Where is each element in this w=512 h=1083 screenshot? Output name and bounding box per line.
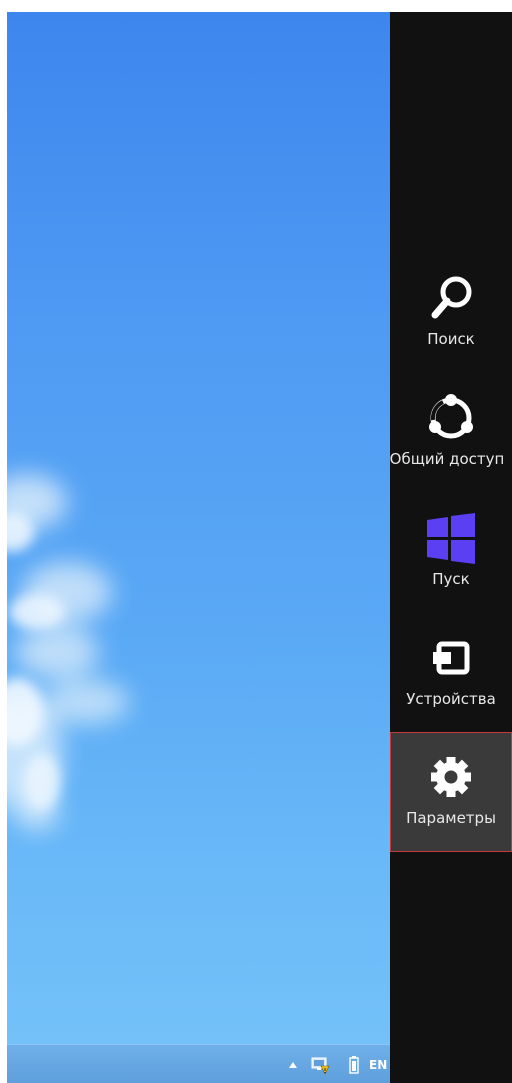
show-hidden-icons-icon[interactable] <box>285 1045 301 1083</box>
charm-devices-label: Устройства <box>406 690 496 708</box>
share-icon <box>429 394 473 439</box>
devices-icon <box>429 641 470 675</box>
wallpaper-flower <box>7 474 129 830</box>
charm-start[interactable]: Пуск <box>390 508 512 588</box>
search-icon <box>431 276 472 319</box>
charm-devices[interactable]: Устройства <box>390 628 512 708</box>
language-indicator[interactable]: EN <box>369 1045 391 1083</box>
charm-settings-label: Параметры <box>406 809 496 827</box>
charm-settings[interactable]: Параметры <box>390 732 512 852</box>
desktop-wallpaper[interactable] <box>7 12 390 1044</box>
battery-icon[interactable] <box>345 1045 363 1083</box>
taskbar: EN <box>7 1044 390 1083</box>
screen: EN Поиск Общий доступ Пуск Устройства Па… <box>0 0 512 1083</box>
charm-search-label: Поиск <box>427 330 475 348</box>
charm-share[interactable]: Общий доступ <box>390 388 512 468</box>
gear-icon <box>431 757 471 797</box>
charm-search[interactable]: Поиск <box>390 268 512 348</box>
charms-bar: Поиск Общий доступ Пуск Устройства Парам… <box>390 12 512 1083</box>
network-icon[interactable] <box>309 1045 331 1083</box>
charm-start-label: Пуск <box>432 570 470 588</box>
charm-share-label: Общий доступ <box>389 450 505 468</box>
windows-logo-icon <box>427 513 475 564</box>
